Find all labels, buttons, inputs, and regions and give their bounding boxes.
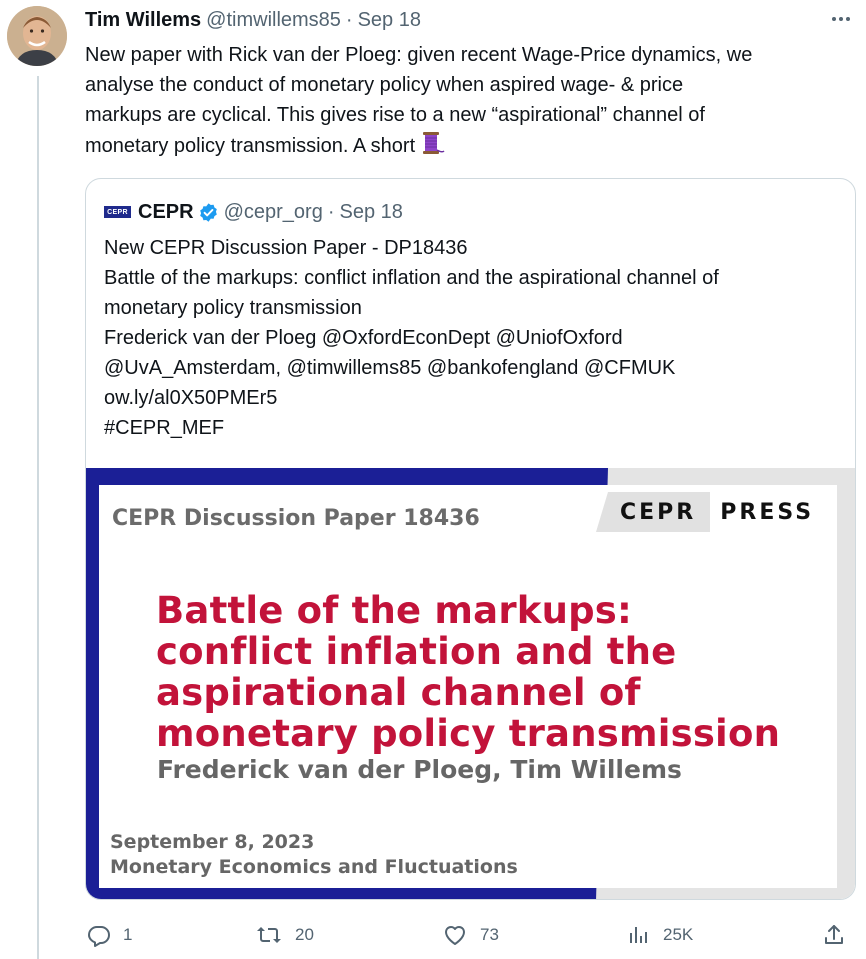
paper-title: Battle of the markups: conflict inflatio… (156, 590, 780, 754)
reply-icon (88, 926, 110, 947)
heart-icon (445, 926, 465, 945)
avatar[interactable] (7, 6, 67, 66)
quote-text: New CEPR Discussion Paper - DP18436 Batt… (104, 233, 719, 443)
reply-count: 1 (123, 925, 133, 944)
paper-title-line: Battle of the markups: (156, 589, 633, 632)
more-options-button[interactable] (828, 10, 854, 28)
share-icon (825, 925, 843, 944)
quote-header: CEPR CEPR @cepr_org · Sep 18 (104, 197, 403, 227)
retweet-count: 20 (295, 925, 314, 944)
separator-dot: · (345, 8, 353, 31)
tweet-timestamp[interactable]: Sep 18 (358, 9, 421, 32)
views-button[interactable]: 25K (627, 918, 693, 952)
quote-author-name[interactable]: CEPR (138, 201, 194, 224)
share-button[interactable] (822, 918, 846, 952)
tweet-actions: 1 20 73 25K (85, 918, 860, 952)
author-handle[interactable]: @timwillems85 (206, 9, 341, 32)
more-dots-icon (832, 17, 850, 21)
thread-connector-line (37, 76, 39, 959)
separator-dot: · (327, 200, 335, 223)
tweet-text: New paper with Rick van der Ploeg: given… (85, 40, 855, 161)
tweet-text-line-content: monetary policy transmission. A short (85, 135, 416, 157)
tweet: Tim Willems @timwillems85 · Sep 18 New p… (85, 0, 860, 947)
paper-authors: Frederick van der Ploeg, Tim Willems (157, 755, 682, 784)
like-button[interactable]: 73 (442, 918, 499, 952)
paper-meta: September 8, 2023 Monetary Economics and… (110, 830, 518, 880)
author-name[interactable]: Tim Willems (85, 9, 201, 32)
paper-series: CEPR Discussion Paper 18436 (112, 506, 480, 531)
cepr-press-left: CEPR (596, 492, 711, 532)
quote-text-line: @UvA_Amsterdam, @timwillems85 @bankofeng… (104, 357, 676, 379)
tweet-header: Tim Willems @timwillems85 · Sep 18 (85, 0, 860, 40)
quote-timestamp[interactable]: Sep 18 (340, 201, 403, 224)
tweet-text-line: New paper with Rick van der Ploeg: given… (85, 44, 753, 66)
verified-badge-icon (199, 202, 217, 222)
views-count: 25K (663, 925, 694, 944)
paper-title-line: monetary policy transmission (156, 712, 781, 755)
quote-text-line: New CEPR Discussion Paper - DP18436 (104, 237, 468, 259)
tweet-text-line: monetary policy transmission. A short (85, 130, 855, 161)
paper-cover-page: CEPR Discussion Paper 18436 CEPR PRESS B… (99, 485, 837, 888)
quote-link[interactable]: ow.ly/al0X50PMEr5 (104, 383, 719, 413)
retweet-icon (257, 927, 281, 943)
cepr-press-right: PRESS (710, 492, 825, 532)
tweet-text-line: markups are cyclical. This gives rise to… (85, 104, 705, 126)
quote-text-line: Frederick van der Ploeg @OxfordEconDept … (104, 327, 623, 349)
avatar-photo (7, 6, 67, 66)
paper-date: September 8, 2023 (110, 831, 315, 853)
quote-text-line: monetary policy transmission (104, 297, 362, 319)
paper-title-line: aspirational channel of (156, 671, 641, 714)
tweet-text-line: analyse the conduct of monetary policy w… (85, 74, 684, 96)
thread-spool-icon (423, 132, 445, 154)
like-count: 73 (480, 925, 499, 944)
cepr-logo: CEPR (104, 206, 131, 218)
quote-hashtag[interactable]: #CEPR_MEF (104, 413, 719, 443)
paper-program: Monetary Economics and Fluctuations (110, 856, 518, 878)
quote-text-line: Battle of the markups: conflict inflatio… (104, 267, 719, 289)
reply-button[interactable]: 1 (87, 918, 132, 952)
quoted-tweet-card[interactable]: CEPR CEPR @cepr_org · Sep 18 New CEPR Di… (85, 178, 856, 900)
cepr-press-logo: CEPR PRESS (596, 492, 825, 532)
quote-author-handle[interactable]: @cepr_org (224, 201, 323, 224)
views-chart-icon (630, 927, 647, 943)
retweet-button[interactable]: 20 (255, 918, 314, 952)
paper-cover-image[interactable]: CEPR Discussion Paper 18436 CEPR PRESS B… (86, 468, 855, 899)
paper-title-line: conflict inflation and the (156, 630, 677, 673)
